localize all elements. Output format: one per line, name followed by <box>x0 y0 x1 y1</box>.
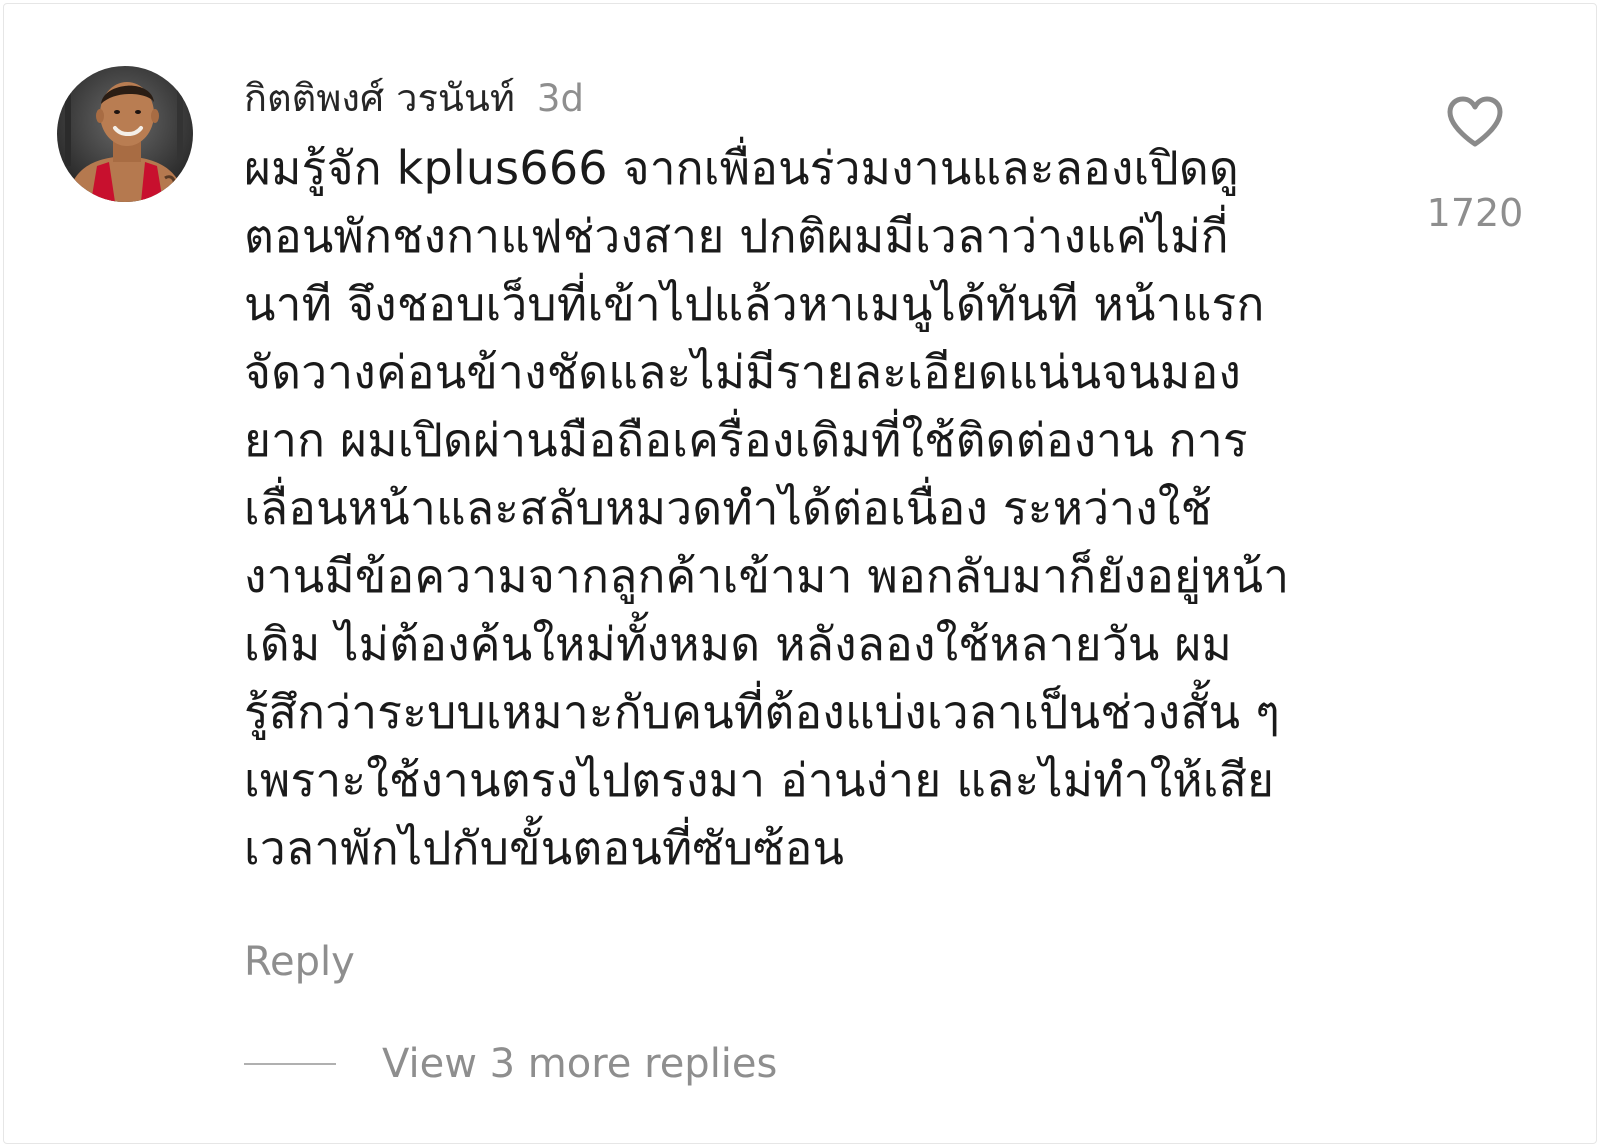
view-replies-label: View 3 more replies <box>382 1041 778 1087</box>
comment-text-line: ผมรู้จัก kplus666 จากเพื่อนร่วมงานและลอง… <box>244 141 1240 195</box>
timestamp: 3d <box>536 77 584 120</box>
comment-text-line: ยาก ผมเปิดผ่านมือถือเครื่องเดิมที่ใช้ติด… <box>244 413 1248 467</box>
comment-text-line: รู้สึกว่าระบบเหมาะกับคนที่ต้องแบ่งเวลาเป… <box>244 685 1280 739</box>
comment-item: กิตติพงศ์ วรนันท์ 3d ผมรู้จัก kplus666 จ… <box>0 0 1600 1147</box>
comment-text-line: จัดวางค่อนข้างชัดและไม่มีรายละเอียดแน่นจ… <box>244 345 1242 399</box>
like-count: 1720 <box>1426 191 1524 235</box>
replies-divider <box>244 1063 336 1065</box>
username[interactable]: กิตติพงศ์ วรนันท์ <box>244 70 515 126</box>
comment-header: กิตติพงศ์ วรนันท์ 3d <box>244 70 1374 126</box>
reply-button[interactable]: Reply <box>244 934 355 990</box>
comment-text-line: งานมีข้อความจากลูกค้าเข้ามา พอกลับมาก็ยั… <box>244 549 1290 603</box>
avatar-image <box>57 66 193 202</box>
comment-text-line: เลื่อนหน้าและสลับหมวดทำได้ต่อเนื่อง ระหว… <box>244 481 1213 535</box>
like-column: 1720 <box>1420 96 1530 238</box>
comment-text: ผมรู้จัก kplus666 จากเพื่อนร่วมงานและลอง… <box>244 134 1364 882</box>
comment-text-line: เวลาพักไปกับขั้นตอนที่ซับซ้อน <box>244 821 845 875</box>
view-replies-button[interactable]: View 3 more replies <box>244 1036 777 1092</box>
comment-text-line: ตอนพักชงกาแฟช่วงสาย ปกติผมมีเวลาว่างแค่ไ… <box>244 209 1229 263</box>
comment-text-line: เดิม ไม่ต้องค้นใหม่ทั้งหมด หลังลองใช้หลา… <box>244 617 1232 671</box>
comment-text-line: เพราะใช้งานตรงไปตรงมา อ่านง่าย และไม่ทำใ… <box>244 753 1275 807</box>
avatar[interactable] <box>57 66 193 202</box>
comment-text-line: นาที จึงชอบเว็บที่เข้าไปแล้วหาเมนูได้ทัน… <box>244 277 1265 331</box>
comment-body: กิตติพงศ์ วรนันท์ 3d ผมรู้จัก kplus666 จ… <box>244 70 1374 882</box>
heart-outline-icon[interactable] <box>1446 96 1504 152</box>
